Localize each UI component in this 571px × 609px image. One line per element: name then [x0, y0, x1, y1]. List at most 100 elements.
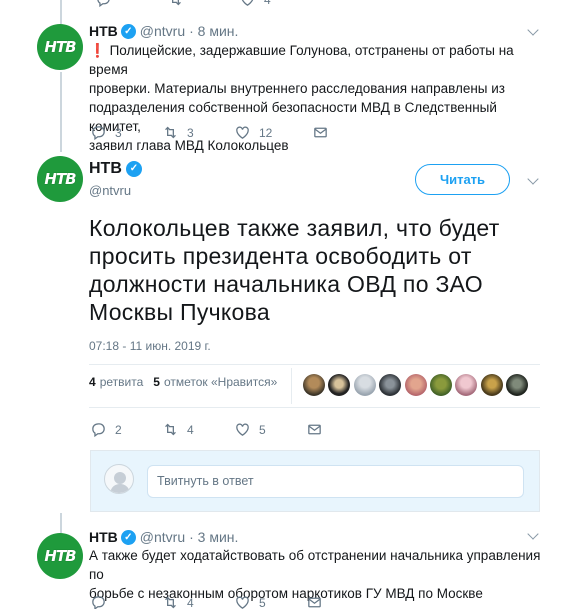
tweet-actions: 4 5 [90, 594, 323, 609]
retweet-button[interactable]: 4 [162, 594, 234, 609]
like-action[interactable]: 4 [239, 0, 311, 8]
user-avatar[interactable] [104, 464, 134, 494]
reply-button[interactable]: 3 [90, 124, 162, 141]
retweet-button[interactable]: 4 [162, 421, 234, 438]
like-count: 4 [264, 0, 271, 7]
engagement-stats: 4 ретвита 5 отметок «Нравится» [89, 375, 287, 389]
reply-button[interactable]: 2 [90, 421, 162, 438]
text-line: Колокольцев также заявил, что будет [89, 215, 500, 241]
top-partial-actions: 4 [95, 0, 311, 8]
author-name[interactable]: НТВ [89, 529, 118, 545]
reply-icon [92, 596, 105, 609]
text-line: просить президента освободить от [89, 243, 472, 269]
text-line: Москвы Пучкова [89, 299, 270, 325]
tweet-header: НТВ ✓ @ntvru · 8 мин. [89, 23, 238, 39]
liker-avatar[interactable] [455, 374, 478, 396]
author-handle[interactable]: @ntvru [140, 529, 185, 545]
reply-count: 3 [115, 125, 122, 140]
like-icon [236, 126, 249, 139]
retweet-icon [172, 0, 181, 6]
author-name[interactable]: НТВ ✓ [89, 160, 146, 178]
like-icon [236, 423, 249, 436]
author-handle[interactable]: @ntvru [140, 23, 185, 39]
reply-count: 2 [115, 422, 122, 437]
retweet-icon [165, 423, 176, 436]
like-button[interactable]: 12 [234, 124, 312, 141]
verified-icon: ✓ [125, 161, 142, 177]
caret-icon[interactable] [527, 24, 539, 36]
liker-avatar[interactable] [429, 374, 452, 396]
dm-button[interactable] [306, 594, 323, 609]
like-count: 5 [259, 422, 266, 437]
tweet-text: Колокольцев также заявил, что будет прос… [89, 214, 539, 326]
liker-avatar[interactable] [404, 374, 427, 396]
retweet-count: 4 [187, 422, 194, 437]
dm-icon [308, 597, 321, 608]
ntv-logo: НТВ [44, 547, 76, 565]
tweet-actions: 3 3 12 [90, 124, 329, 141]
author-name[interactable]: НТВ [89, 23, 118, 39]
retweet-action[interactable] [167, 0, 239, 8]
tweet-actions: 2 4 5 [90, 421, 323, 438]
reply-action[interactable] [95, 0, 167, 8]
divider [89, 364, 540, 365]
like-stat-label: отметок «Нравится» [163, 375, 278, 389]
text-line: Полицейские, задержавшие Голунова, отстр… [89, 43, 514, 77]
like-count: 12 [259, 125, 273, 140]
divider [89, 407, 540, 408]
ntv-logo: НТВ [44, 170, 76, 188]
dm-button[interactable] [312, 124, 329, 141]
author-handle[interactable]: @ntvru [89, 183, 131, 198]
author-name-text: НТВ [89, 160, 122, 177]
liker-avatar[interactable] [480, 374, 503, 396]
tweet-timestamp[interactable]: 07:18 - 11 июн. 2019 г. [89, 339, 211, 353]
verified-icon: ✓ [120, 23, 136, 39]
liker-avatars [303, 374, 532, 396]
dm-icon [314, 127, 327, 138]
liker-avatar[interactable] [379, 374, 402, 396]
retweet-stat-count: 4 [89, 375, 96, 389]
retweet-count: 3 [187, 125, 194, 140]
like-icon [241, 0, 254, 6]
liker-avatar[interactable] [303, 374, 325, 396]
reply-icon [97, 0, 110, 8]
like-button[interactable]: 5 [234, 421, 306, 438]
liker-avatar[interactable] [353, 374, 376, 396]
tweet-header: НТВ ✓ @ntvru · 3 мин. [89, 529, 238, 545]
retweet-stat[interactable]: 4 ретвита [89, 375, 143, 389]
tweet-time[interactable]: · 3 мин. [189, 529, 238, 545]
retweet-icon [165, 126, 176, 139]
ntv-logo: НТВ [44, 38, 76, 56]
reply-icon [92, 126, 105, 141]
retweet-stat-label: ретвита [99, 375, 144, 389]
caret-icon[interactable] [527, 528, 539, 540]
like-stat[interactable]: 5 отметок «Нравится» [153, 375, 277, 389]
reply-input[interactable]: Твитнуть в ответ [147, 465, 524, 498]
caret-icon[interactable] [527, 173, 539, 185]
avatar[interactable]: НТВ [37, 156, 83, 202]
reply-icon [92, 423, 105, 438]
liker-avatar[interactable] [506, 374, 529, 396]
text-line: проверки. Материалы внутреннего расследо… [89, 81, 505, 96]
tweet-time[interactable]: · 8 мин. [189, 23, 238, 39]
verified-icon: ✓ [120, 529, 136, 545]
retweet-count: 4 [187, 595, 194, 609]
dm-button[interactable] [306, 421, 323, 438]
like-stat-count: 5 [153, 375, 160, 389]
liker-avatar[interactable] [328, 374, 351, 396]
reply-button[interactable] [90, 594, 162, 609]
thread-line [60, 513, 62, 533]
like-button[interactable]: 5 [234, 594, 306, 609]
like-count: 5 [259, 595, 266, 609]
avatar[interactable]: НТВ [37, 24, 83, 70]
like-icon [236, 596, 249, 609]
thread-line [60, 72, 62, 152]
exclamation-icon: ❗ [89, 43, 106, 58]
dm-icon [308, 424, 321, 435]
retweet-button[interactable]: 3 [162, 124, 234, 141]
thread-line [60, 0, 62, 24]
avatar[interactable]: НТВ [37, 533, 83, 579]
stats-separator [291, 368, 292, 404]
text-line: А также будет ходатайствовать об отстран… [89, 548, 541, 582]
follow-button[interactable]: Читать [415, 164, 510, 195]
